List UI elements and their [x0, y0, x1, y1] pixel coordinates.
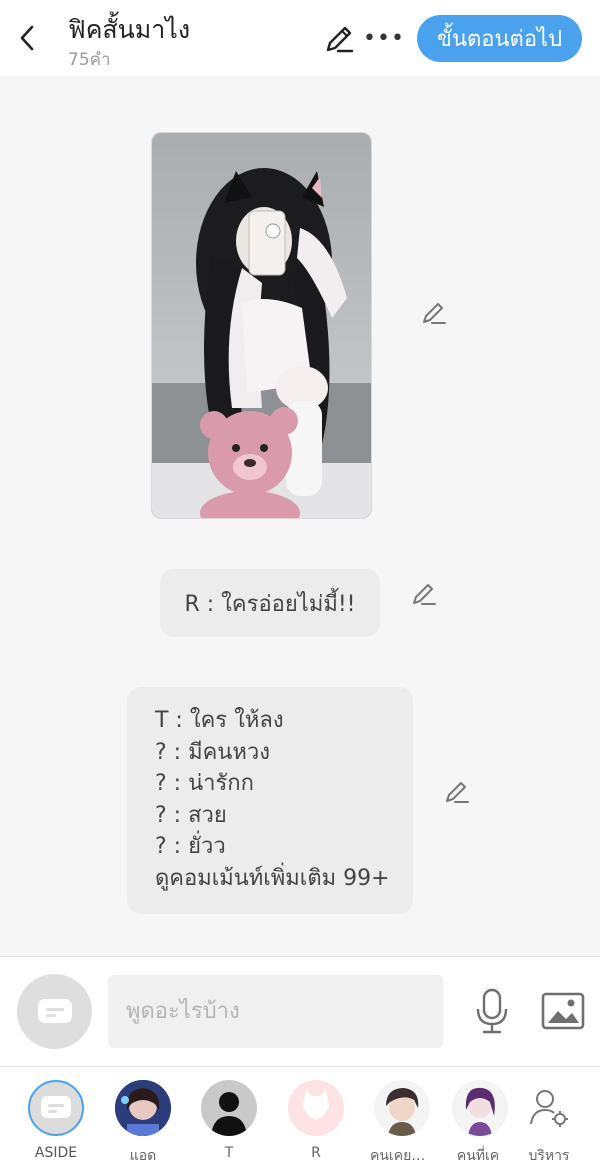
manage-characters[interactable]: บริหาร [520, 1067, 578, 1171]
more-options-button[interactable]: ••• [363, 22, 404, 54]
avatar-illustration [452, 1080, 508, 1136]
character-aside[interactable]: ASIDE [26, 1067, 86, 1171]
top-bar: ฟิคสั้นมาไง 75คำ ••• ขั้นตอนต่อไป [0, 0, 600, 76]
character-4[interactable]: คนเคยชี้... [370, 1067, 434, 1171]
message-input[interactable] [108, 975, 443, 1048]
message-bubble[interactable]: R : ใครอ่อยไม่มี้!! [160, 569, 380, 637]
back-button[interactable] [12, 20, 42, 56]
character-5[interactable]: คนที่เค [452, 1067, 508, 1171]
story-title: ฟิคสั้นมาไง [68, 15, 191, 44]
edit-message-button[interactable] [410, 580, 438, 608]
next-step-button[interactable]: ขั้นตอนต่อไป [417, 15, 582, 62]
edit-photo-button[interactable] [420, 299, 448, 327]
word-count: 75คำ [68, 50, 111, 70]
chat-bubble-icon [37, 998, 72, 1023]
composer-bar [0, 956, 600, 1066]
user-settings-icon [521, 1080, 577, 1136]
avatar-illustration [374, 1080, 430, 1136]
character-label: T [224, 1145, 234, 1161]
character-bar: ASIDE แอด T R คนเคยชี้... คนที่เค บริหาร [0, 1066, 600, 1171]
character-label: คนที่เค [456, 1148, 500, 1164]
character-label: ASIDE [34, 1145, 78, 1161]
image-button[interactable] [541, 991, 585, 1031]
edit-title-button[interactable] [322, 22, 356, 56]
cat-icon [288, 1080, 344, 1136]
comments-bubble[interactable]: T : ใคร ให้ลง ? : มีคนหวง ? : น่ารักก ? … [127, 687, 413, 914]
microphone-icon [476, 988, 508, 1034]
character-t[interactable]: T [200, 1067, 258, 1171]
edit-comments-button[interactable] [443, 778, 471, 806]
comment-line: ? : ยั่วว [155, 834, 226, 860]
aside-icon [28, 1080, 84, 1136]
character-admin[interactable]: แอด [114, 1067, 172, 1171]
aside-button[interactable] [17, 974, 92, 1049]
pencil-icon [446, 782, 469, 803]
chevron-left-icon [20, 25, 34, 51]
comment-line: ? : มีคนหวง [155, 739, 270, 765]
girl-with-bear-photo [152, 133, 371, 518]
character-label: แอด [129, 1148, 157, 1164]
character-label: บริหาร [528, 1148, 570, 1164]
character-label: R [311, 1145, 321, 1161]
more-comments-link[interactable]: ดูคอมเม้นท์เพิ่มเติม 99+ [155, 863, 390, 895]
avatar-photo [115, 1080, 171, 1136]
character-label: คนเคยชี้... [370, 1148, 434, 1164]
character-r[interactable]: R [287, 1067, 345, 1171]
pencil-icon [413, 584, 436, 605]
message-photo[interactable] [151, 132, 372, 519]
comment-line: T : ใคร ให้ลง [155, 708, 284, 733]
microphone-button[interactable] [472, 987, 512, 1035]
pencil-icon [423, 303, 446, 324]
comment-line: ? : สวย [155, 802, 227, 828]
chat-area[interactable]: R : ใครอ่อยไม่มี้!! T : ใคร ให้ลง ? : มี… [0, 76, 600, 956]
image-icon [541, 992, 585, 1030]
pencil-icon [326, 26, 354, 53]
person-silhouette-icon [201, 1080, 257, 1136]
comment-line: ? : น่ารักก [155, 771, 254, 797]
